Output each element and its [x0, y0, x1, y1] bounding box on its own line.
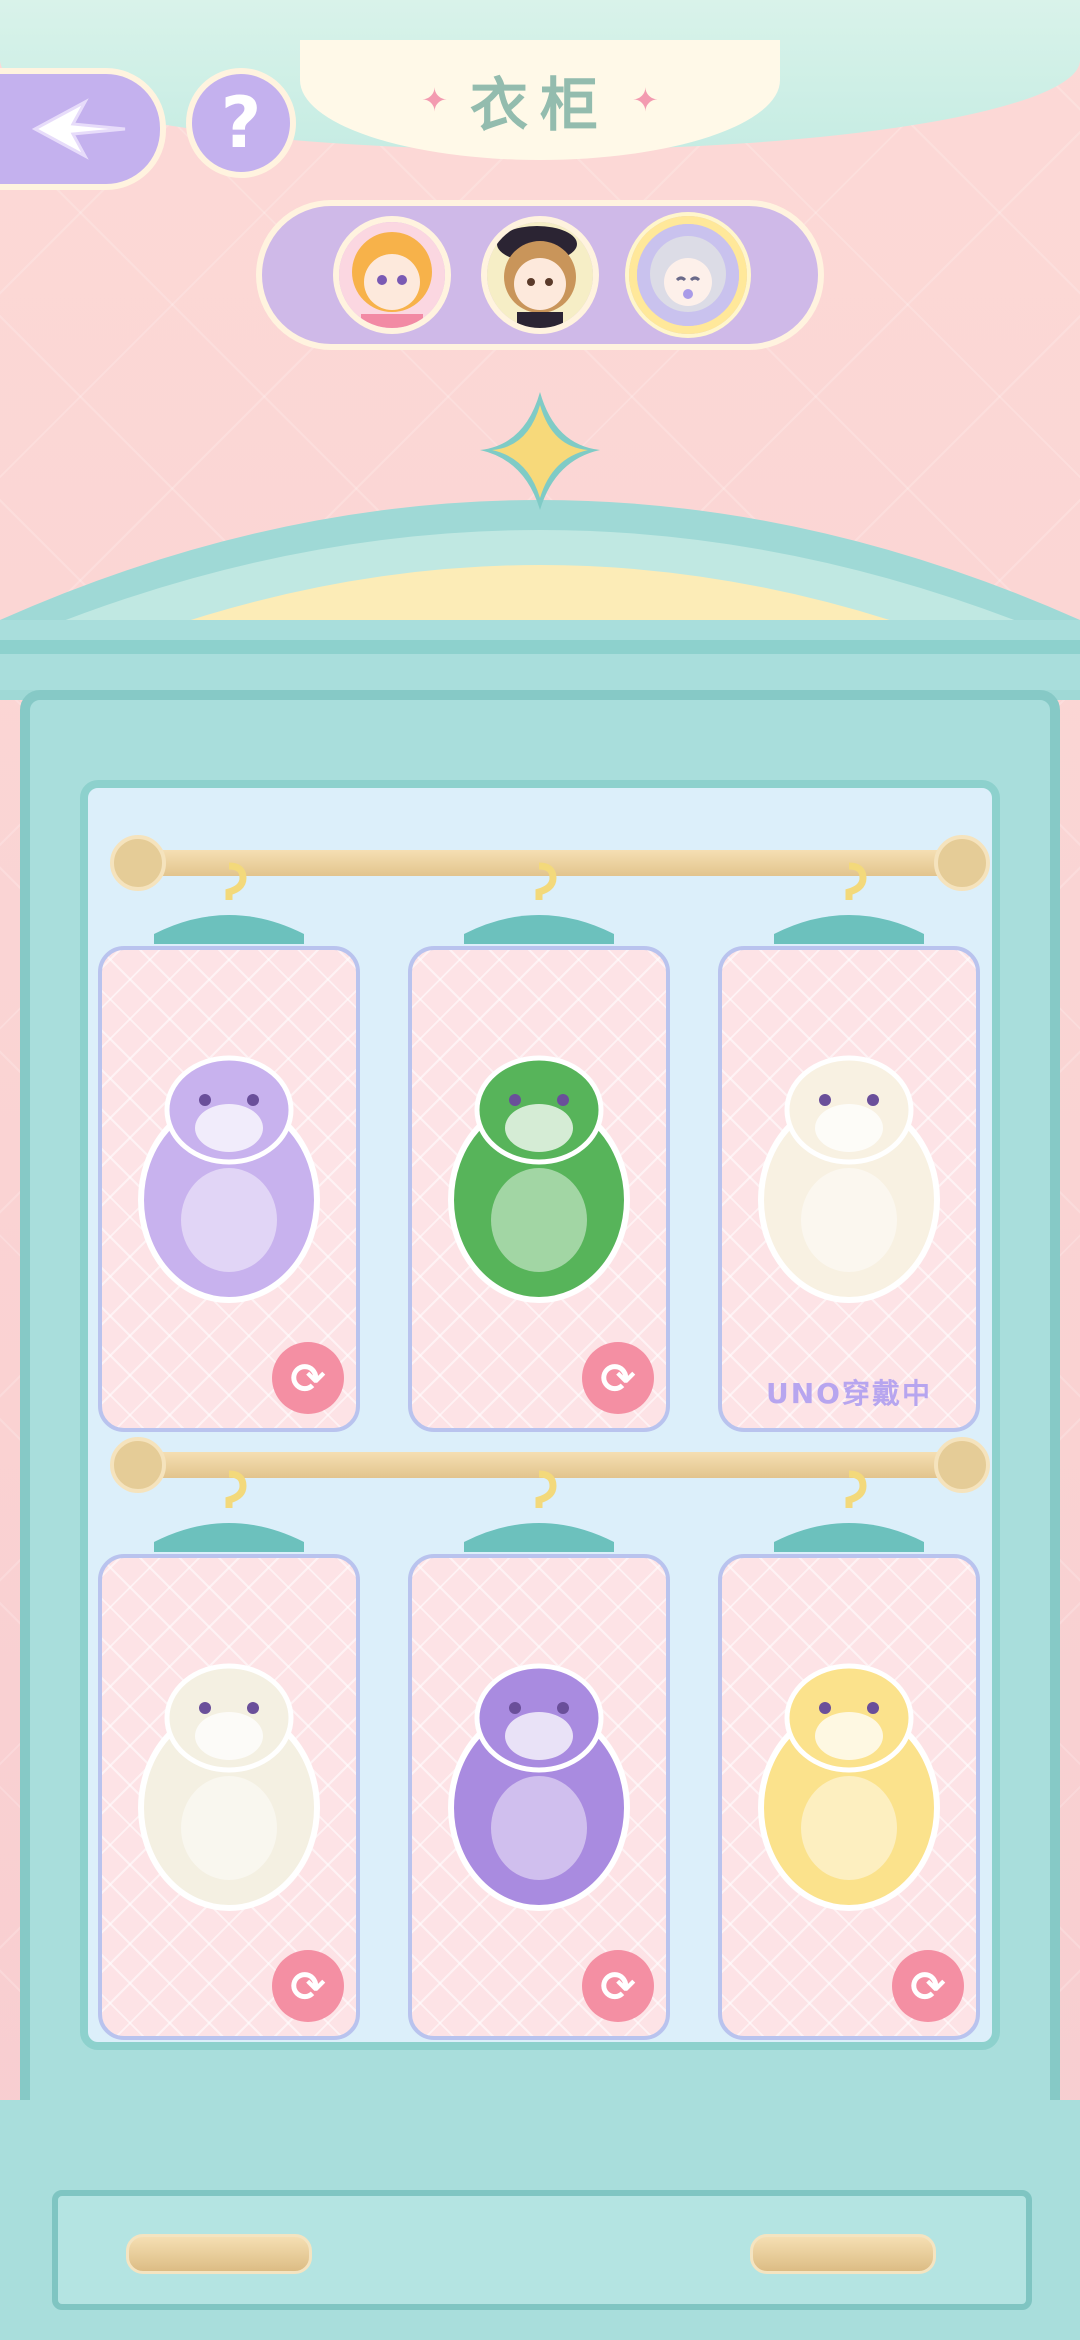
swap-icon: ⟳ — [600, 1353, 636, 1403]
star-ornament-icon — [480, 392, 600, 510]
yellow-angel-chick-costume-icon — [758, 1663, 940, 1911]
outfit-yellow-angel-chick-card[interactable]: ⟳ — [718, 1554, 980, 2040]
outfit-mummy-card[interactable]: UNO穿戴中 — [718, 946, 980, 1432]
wardrobe-roof — [0, 392, 1080, 700]
swap-outfit-button[interactable]: ⟳ — [892, 1950, 964, 2022]
christmas-tree-snowman-costume-icon — [448, 1055, 630, 1303]
swap-outfit-button[interactable]: ⟳ — [582, 1950, 654, 2022]
swap-icon: ⟳ — [600, 1961, 636, 2011]
outfit-purple-devil-card[interactable]: ⟳ — [408, 1554, 670, 2040]
outfit-purple-bear-card[interactable]: ⟳ — [98, 946, 360, 1432]
swap-icon: ⟳ — [290, 1353, 326, 1403]
hanger-icon — [464, 862, 614, 944]
swap-icon: ⟳ — [910, 1961, 946, 2011]
lion-dance-costume-icon — [138, 1663, 320, 1911]
hanger-icon — [774, 1470, 924, 1552]
wearing-status-label: UNO穿戴中 — [766, 1377, 932, 1410]
mummy-costume-icon — [758, 1055, 940, 1303]
swap-outfit-button[interactable]: ⟳ — [272, 1342, 344, 1414]
purple-devil-costume-icon — [448, 1663, 630, 1911]
drawer-handle-left — [126, 2234, 312, 2274]
drawer-handle-right — [750, 2234, 936, 2274]
outfit-lion-dance-card[interactable]: ⟳ — [98, 1554, 360, 2040]
hanger-icon — [154, 862, 304, 944]
swap-outfit-button[interactable]: ⟳ — [272, 1950, 344, 2022]
outfit-christmas-tree-snowman-card[interactable]: ⟳ — [408, 946, 670, 1432]
swap-icon: ⟳ — [290, 1961, 326, 2011]
hanger-icon — [154, 1470, 304, 1552]
rod-end-right — [934, 835, 990, 891]
swap-outfit-button[interactable]: ⟳ — [582, 1342, 654, 1414]
hanger-icon — [464, 1470, 614, 1552]
rod-end-right — [934, 1437, 990, 1493]
hanger-icon — [774, 862, 924, 944]
purple-bear-costume-icon — [138, 1055, 320, 1303]
